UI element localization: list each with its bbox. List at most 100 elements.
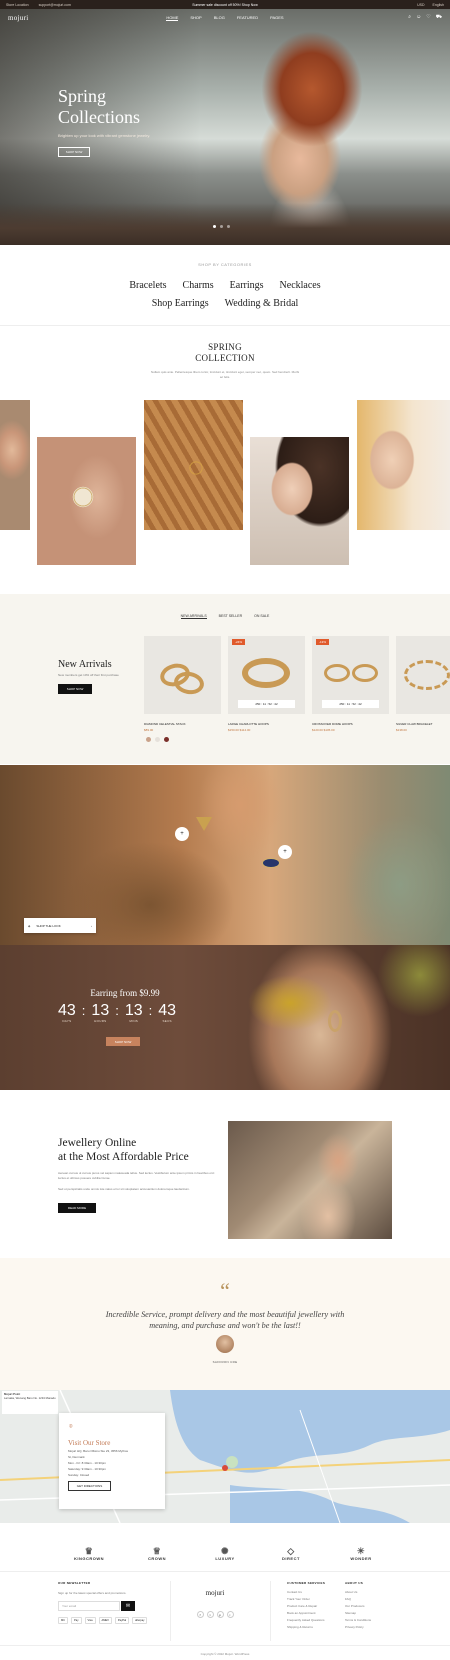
top-bar: Store Location support@mojuri.com Summer… (0, 0, 450, 9)
pinterest-icon[interactable]: p (216, 1611, 224, 1618)
payment-icon: PayPal (114, 1617, 130, 1624)
color-swatch[interactable] (146, 737, 151, 742)
map-info-window: Mojuri Point Larnaka, Wenang Baru No. 12… (2, 1391, 58, 1414)
footer-link[interactable]: Track Your Order (287, 1597, 310, 1601)
new-arrivals-shop-button[interactable]: SHOP NOW (58, 684, 92, 694)
newsletter-submit-button[interactable]: ✉ (121, 1601, 135, 1611)
brand-logo[interactable]: ✺ LUXURY (200, 1537, 250, 1562)
jewellery-online-image (228, 1121, 392, 1239)
product-card[interactable]: SILVER CLAW BRACELET $138.00 (396, 636, 450, 732)
footer-link[interactable]: FAQ (345, 1597, 351, 1601)
store-hours: Sunday: Closed (68, 1473, 90, 1477)
countdown-hours: 13 (91, 1002, 110, 1019)
footer-link[interactable]: Terms & Conditions (345, 1618, 371, 1622)
category-link[interactable]: Shop Earrings (152, 298, 209, 309)
countdown-days: 43 (58, 1002, 76, 1019)
deal-countdown: 43 DAYS : 13 HOURS : 13 MINS : 43 SECS (58, 1002, 177, 1024)
testimonial-author: SAFFRON CRE (212, 1360, 238, 1364)
divider (270, 1581, 271, 1641)
store-address: Mojuri HQ, Baru Ofisinu Ste 23, 4556 Myt… (68, 1449, 129, 1453)
map-info-text: Larnaka, Wenang Baru No. 1234 Manado (4, 1395, 56, 1400)
color-swatch[interactable] (155, 737, 160, 742)
get-directions-button[interactable]: GET DIRECTIONS (68, 1481, 111, 1491)
product-image[interactable]: -24% 250 : 11 : 52 : 42 (228, 636, 305, 714)
collection-image[interactable] (357, 400, 450, 530)
sun-icon: ☀ (356, 1546, 366, 1556)
nav-shop[interactable]: SHOP (190, 15, 201, 21)
footer-link[interactable]: About Us (345, 1590, 357, 1594)
countdown-timer: 250 : 11 : 52 : 42 (238, 700, 295, 708)
about-us-title: ABOUT US (345, 1581, 364, 1585)
category-link[interactable]: Earrings (230, 280, 264, 291)
new-arrivals-title: New Arrivals (58, 659, 112, 670)
product-card[interactable]: DIAMOND CELESTIAL STACK $89.00 (144, 636, 221, 732)
footer-link[interactable]: Product Care & Repair (287, 1604, 317, 1608)
tab-on-sale[interactable]: ON SALE (254, 614, 269, 619)
read-more-button[interactable]: READ MORE (58, 1203, 96, 1213)
footer-link[interactable]: Frequently Asked Questions (287, 1618, 325, 1622)
product-card[interactable]: -13% 250 : 11 : 52 : 42 CROSSOVER DOME H… (312, 636, 389, 732)
product-price: $89.00 (144, 728, 154, 732)
nav-pages[interactable]: PAGES (270, 15, 284, 21)
color-swatch[interactable] (164, 737, 169, 742)
hero-title: Spring Collections (58, 86, 140, 127)
tab-best-seller[interactable]: BEST SELLER (219, 614, 242, 619)
footer-link[interactable]: Privacy Policy (345, 1625, 364, 1629)
newsletter-email-input[interactable]: Your email (58, 1601, 120, 1611)
brand-logo[interactable]: ♕ CROWN (132, 1537, 182, 1562)
collection-image[interactable] (37, 437, 136, 565)
discount-badge: -24% (232, 639, 246, 645)
shop-the-look-card[interactable]: ◈ SHOP THE LOOK › (24, 918, 96, 933)
product-image[interactable] (144, 636, 221, 714)
product-card[interactable]: -24% 250 : 11 : 52 : 42 LARGE CHARLOTTE … (228, 636, 305, 732)
product-image[interactable]: -13% 250 : 11 : 52 : 42 (312, 636, 389, 714)
category-link[interactable]: Charms (183, 280, 214, 291)
hero-shop-button[interactable]: SHOP NOW (58, 147, 90, 157)
nav-featured[interactable]: FEATURED (237, 15, 258, 21)
instagram-icon[interactable]: i (226, 1611, 234, 1618)
nav-home[interactable]: HOME (166, 15, 179, 21)
promo-text[interactable]: Summer sale discount off 50%! Shop Now (0, 3, 450, 7)
divider (0, 325, 450, 326)
arrow-right-icon[interactable]: › (91, 924, 92, 928)
payment-icon: afterpay (132, 1617, 148, 1624)
nav-blog[interactable]: BLOG (214, 15, 225, 21)
product-name[interactable]: SILVER CLAW BRACELET (396, 722, 450, 726)
product-name[interactable]: CROSSOVER DOME HOOPS (312, 722, 389, 726)
product-price: $138.00 (396, 728, 407, 732)
footer-link[interactable]: Contact Us (287, 1590, 302, 1594)
footer-link[interactable]: Shipping & Returns (287, 1625, 313, 1629)
brand-logo[interactable]: ♛ KINGCROWN (64, 1537, 114, 1562)
collection-image[interactable] (144, 400, 243, 530)
footer-link[interactable]: Our Producers (345, 1604, 365, 1608)
deal-shop-button[interactable]: SHOP NOW (106, 1037, 140, 1046)
collection-image[interactable] (250, 437, 349, 565)
tab-new-arrivals[interactable]: NEW ARRIVALS (180, 614, 207, 619)
divider (0, 1645, 450, 1646)
footer-logo[interactable]: mojuri (190, 1589, 240, 1597)
gem-icon: ◇ (287, 1546, 295, 1556)
twitter-icon[interactable]: t (206, 1611, 214, 1618)
footer-link[interactable]: Sitemap (345, 1611, 356, 1615)
product-image[interactable] (396, 636, 450, 714)
facebook-icon[interactable]: f (196, 1611, 204, 1618)
jewellery-online-text: Sed ut perspiciatis unde omnis iste natu… (58, 1187, 190, 1191)
social-links: f t p i (190, 1611, 240, 1618)
footer-link[interactable]: Book an Appointment (287, 1611, 316, 1615)
category-link[interactable]: Wedding & Bridal (225, 298, 299, 309)
slider-dot[interactable] (213, 225, 216, 228)
collection-image[interactable] (0, 400, 30, 530)
brand-logo[interactable]: ☀ WONDER (336, 1537, 386, 1562)
hotspot-icon[interactable]: + (278, 845, 292, 859)
copyright: Copyright © 2022 Mojuri. WordPress (200, 1652, 250, 1656)
category-link[interactable]: Necklaces (280, 280, 321, 291)
deal-title: Earring from $9.99 (90, 988, 160, 998)
category-link[interactable]: Bracelets (129, 280, 166, 291)
slider-dots (213, 225, 230, 228)
hotspot-icon[interactable]: + (175, 827, 189, 841)
product-name[interactable]: DIAMOND CELESTIAL STACK (144, 722, 221, 726)
slider-dot[interactable] (227, 225, 230, 228)
brand-logo[interactable]: ◇ DIRECT (266, 1537, 316, 1562)
product-name[interactable]: LARGE CHARLOTTE HOOPS (228, 722, 305, 726)
slider-dot[interactable] (220, 225, 223, 228)
